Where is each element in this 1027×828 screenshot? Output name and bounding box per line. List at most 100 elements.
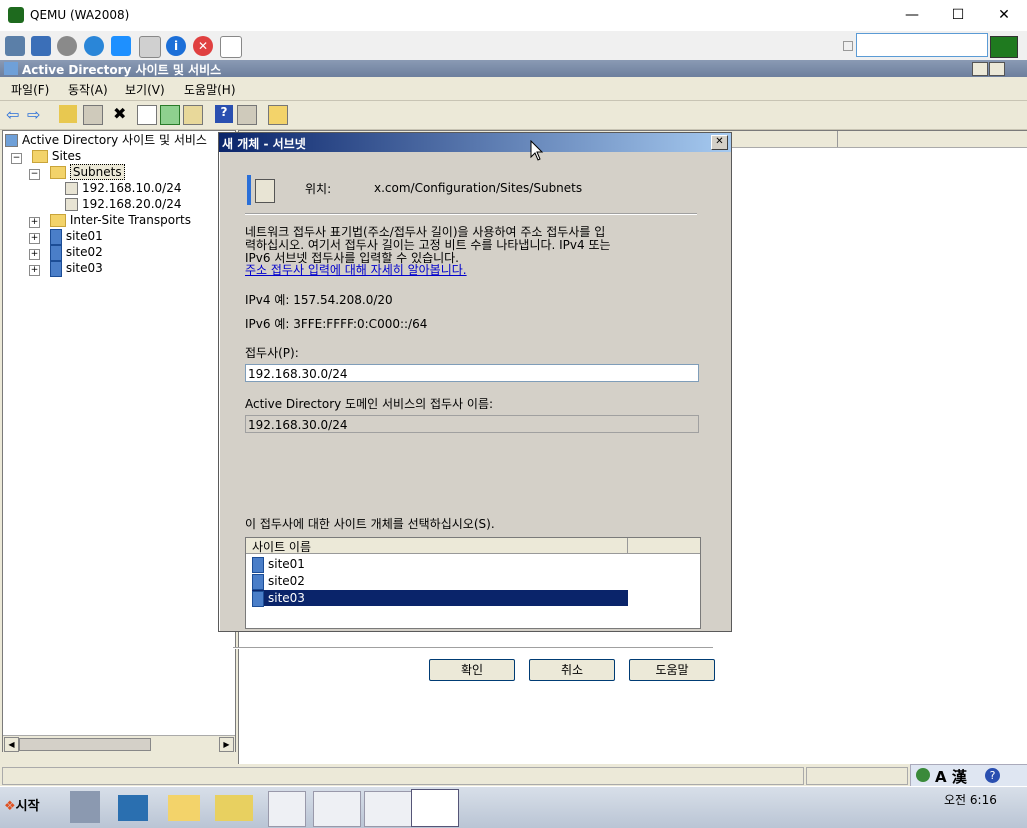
scrollbar-thumb[interactable]: [19, 738, 151, 751]
tree-item-label: site02: [65, 245, 103, 259]
status-panel: [806, 767, 908, 785]
mmc-minimize-button[interactable]: [972, 62, 988, 76]
ime-mode[interactable]: A 漢: [935, 766, 967, 787]
tree-item-label: Inter-Site Transports: [69, 213, 191, 227]
refresh-icon[interactable]: [84, 36, 104, 56]
folder-icon: [31, 150, 48, 163]
collapse-icon[interactable]: −: [11, 153, 22, 164]
tree-item-subnets[interactable]: − Subnets: [29, 164, 125, 180]
forward-icon[interactable]: ⇨: [27, 105, 45, 124]
mmc-restore-button[interactable]: [989, 62, 1005, 76]
scroll-left-icon[interactable]: ◀: [4, 737, 19, 752]
folder-icon: [49, 166, 66, 179]
dialog-titlebar[interactable]: 새 개체 - 서브넷 ✕: [219, 133, 731, 152]
list-item[interactable]: site02: [252, 573, 305, 590]
ad-sites-icon: [5, 134, 18, 147]
disk-icon[interactable]: [139, 36, 161, 58]
column-divider[interactable]: [627, 538, 628, 553]
powershell-icon[interactable]: [118, 795, 148, 821]
list-item[interactable]: site01: [252, 556, 305, 573]
tree-item-label: 192.168.20.0/24: [82, 197, 182, 211]
export-list-icon[interactable]: [183, 105, 203, 125]
taskbar: ❖시작 오전 6:16: [0, 786, 1027, 828]
tree-item-site[interactable]: + site02: [29, 244, 103, 261]
fullscreen-icon[interactable]: [31, 36, 51, 56]
taskbar-app-button[interactable]: [364, 791, 412, 827]
tree-item-subnet[interactable]: 192.168.10.0/24: [65, 180, 181, 196]
expand-icon[interactable]: +: [29, 217, 40, 228]
learn-more-link[interactable]: 주소 접두사 입력에 대해 자세히 알아봅니다.: [245, 261, 467, 278]
site-icon: [252, 556, 264, 573]
tree-item-site[interactable]: + site01: [29, 228, 103, 245]
divider: [245, 213, 697, 215]
dialog-close-button[interactable]: ✕: [711, 135, 728, 150]
prefix-input[interactable]: 192.168.30.0/24: [245, 364, 699, 382]
list-item-selected[interactable]: site03: [252, 590, 628, 607]
explorer-icon[interactable]: [168, 795, 200, 821]
qemu-titlebar: QEMU (WA2008) — ☐ ✕: [0, 0, 1027, 31]
tree-item-sites[interactable]: − Sites: [11, 148, 81, 164]
tree-root[interactable]: Active Directory 사이트 및 서비스: [5, 132, 207, 148]
windows-icon[interactable]: [111, 36, 131, 56]
status-panel: [2, 767, 804, 785]
expand-icon[interactable]: +: [29, 233, 40, 244]
network-icon[interactable]: [5, 36, 25, 56]
back-icon[interactable]: ⇦: [6, 105, 24, 124]
close-button[interactable]: ✕: [981, 0, 1027, 31]
help-button[interactable]: 도움말: [629, 659, 715, 681]
tree-item-label: site03: [65, 261, 103, 275]
tree-item-site[interactable]: + site03: [29, 260, 103, 277]
menu-view[interactable]: 보기(V): [125, 81, 165, 98]
show-hide-tree-icon[interactable]: [83, 105, 103, 125]
taskbar-ad-sites-button[interactable]: [411, 789, 459, 827]
tray-icons[interactable]: [838, 797, 918, 817]
location-label: 위치:: [305, 182, 332, 196]
checkbox-icon[interactable]: [843, 41, 853, 51]
action-pane-icon[interactable]: [237, 105, 257, 125]
tree-item-transports[interactable]: + Inter-Site Transports: [29, 212, 191, 228]
minimize-button[interactable]: —: [889, 0, 935, 31]
site-list[interactable]: 사이트 이름 site01 site02 site03: [245, 537, 701, 629]
properties-icon[interactable]: [137, 105, 157, 125]
refresh-list-icon[interactable]: [160, 105, 180, 125]
menu-action[interactable]: 동작(A): [68, 81, 108, 98]
cancel-button[interactable]: 취소: [529, 659, 615, 681]
ad-prefix-field: 192.168.30.0/24: [245, 415, 699, 433]
tree-item-subnet[interactable]: 192.168.20.0/24: [65, 196, 181, 212]
menu-help[interactable]: 도움말(H): [184, 81, 236, 98]
maximize-button[interactable]: ☐: [935, 0, 981, 31]
server-manager-icon[interactable]: [70, 791, 100, 823]
new-subnet-icon[interactable]: [268, 105, 288, 125]
start-button[interactable]: ❖시작: [4, 795, 40, 814]
tools-icon[interactable]: [215, 795, 253, 821]
menubar: 파일(F) 동작(A) 보기(V) 도움말(H): [0, 78, 1027, 101]
info-icon[interactable]: i: [166, 36, 186, 56]
toolbar-search-input[interactable]: [856, 33, 988, 57]
column-divider[interactable]: [837, 131, 838, 147]
qemu-toolbar: i ✕: [0, 31, 1027, 61]
ipv4-example: IPv4 예: 157.54.208.0/20: [245, 293, 393, 307]
help-icon[interactable]: ?: [985, 768, 1000, 783]
gear-icon[interactable]: [57, 36, 77, 56]
site-icon: [49, 260, 62, 277]
expand-icon[interactable]: +: [29, 249, 40, 260]
site-icon: [49, 244, 62, 261]
collapse-icon[interactable]: −: [29, 169, 40, 180]
column-header-site-name[interactable]: 사이트 이름: [252, 538, 311, 555]
stop-icon[interactable]: ✕: [193, 36, 213, 56]
mmc-titlebar: Active Directory 사이트 및 서비스: [0, 60, 1027, 77]
menu-file[interactable]: 파일(F): [11, 81, 49, 98]
delete-icon[interactable]: ✖: [113, 105, 131, 123]
ime-icon[interactable]: [916, 768, 930, 782]
ok-button[interactable]: 확인: [429, 659, 515, 681]
taskbar-app-button[interactable]: [313, 791, 361, 827]
help-icon[interactable]: ?: [215, 105, 233, 123]
mmc-toolbar: ⇦ ⇨ ✖ ?: [0, 101, 1027, 130]
expand-icon[interactable]: +: [29, 265, 40, 276]
horizontal-scrollbar[interactable]: ◀ ▶: [3, 735, 235, 752]
up-folder-icon[interactable]: [59, 105, 77, 123]
taskbar-app-button[interactable]: [268, 791, 306, 827]
screenshot-icon[interactable]: [220, 36, 242, 58]
scroll-right-icon[interactable]: ▶: [219, 737, 234, 752]
ad-prefix-label: Active Directory 도메인 서비스의 접두사 이름:: [245, 397, 494, 411]
